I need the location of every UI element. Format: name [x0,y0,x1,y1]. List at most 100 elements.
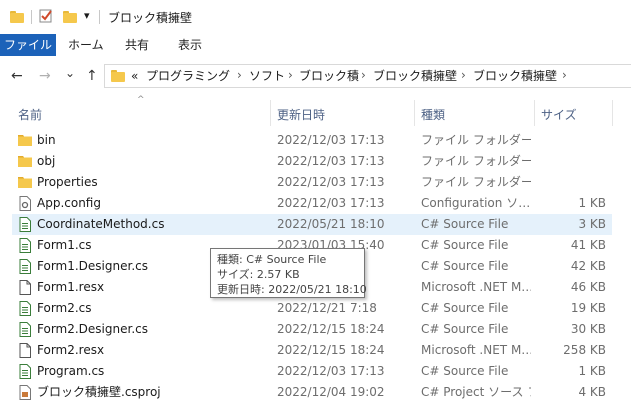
file-name: obj [37,154,56,168]
file-type: ファイル フォルダー [421,133,531,147]
up-button[interactable]: ↑ [86,68,98,84]
breadcrumb-item[interactable]: プログラミング [146,69,230,84]
folder-icon [111,70,125,82]
file-date: 2022/12/03 17:13 [277,364,385,378]
file-date: 2022/12/15 18:24 [277,322,385,336]
file-type: Configuration ソ… [421,196,531,210]
breadcrumb-separator[interactable]: › [562,68,567,82]
file-type: ファイル フォルダー [421,175,531,189]
file-row[interactable]: App.config 2022/12/03 17:13 Configuration … [12,193,612,214]
column-header-date[interactable]: 更新日時 [277,106,325,123]
file-row[interactable]: Properties 2022/12/03 17:13 ファイル フォルダー [12,172,612,193]
navigation-bar: ← → ⌄ ↑ « プログラミング › ソフト › ブロック積 › ブロック積擁… [0,56,631,96]
file-type: C# Source File [421,301,509,315]
properties-check-icon[interactable] [39,9,53,23]
file-row[interactable]: CoordinateMethod.cs 2022/05/21 18:10 C# So… [12,214,612,235]
column-divider[interactable] [414,100,415,126]
file-size: 1 KB [578,196,606,210]
file-row[interactable]: obj 2022/12/03 17:13 ファイル フォルダー [12,151,612,172]
breadcrumb-item[interactable]: ソフト [249,69,285,84]
cs-file-icon [18,322,32,337]
file-name: Program.cs [37,364,105,378]
file-date: 2022/05/21 18:10 [277,217,385,231]
breadcrumb-item[interactable]: ブロック積 [299,69,359,84]
file-name: bin [37,133,56,147]
breadcrumb-separator[interactable]: › [237,68,242,82]
file-row[interactable]: ブロック積擁壁.csproj 2022/12/04 19:02 C# Project… [12,382,612,403]
file-date: 2022/12/03 17:13 [277,175,385,189]
file-name: Properties [37,175,98,189]
file-type: C# Source File [421,322,509,336]
config-file-icon [18,196,32,211]
breadcrumb-item[interactable]: ブロック積擁壁 [373,69,457,84]
file-row[interactable]: Form2.cs 2022/12/21 7:18 C# Source File 19 … [12,298,612,319]
file-size: 3 KB [578,217,606,231]
file-size: 30 KB [570,322,606,336]
file-type: Microsoft .NET M… [421,343,531,357]
file-name: CoordinateMethod.cs [37,217,165,231]
divider [99,10,100,24]
file-type: C# Source File [421,238,509,252]
forward-button[interactable]: → [39,68,51,84]
tooltip-type: 種類: C# Source File [217,253,327,266]
address-bar[interactable]: « プログラミング › ソフト › ブロック積 › ブロック積擁壁 › ブロック… [104,64,631,88]
file-size: 258 KB [563,343,606,357]
window-title: ブロック積擁壁 [108,11,193,25]
back-button[interactable]: ← [11,68,23,84]
file-size: 1 KB [578,364,606,378]
cs-file-icon [18,259,32,274]
title-bar: ▾ ブロック積擁壁 [0,0,631,34]
folder-icon[interactable] [10,11,24,23]
file-date: 2022/12/03 17:13 [277,196,385,210]
resx-file-icon [18,343,32,358]
quick-access-dropdown-icon[interactable]: ▾ [84,9,90,22]
column-header-row: ^ 名前 更新日時 種類 サイズ [0,95,631,128]
folder-icon [18,175,32,190]
tab-file[interactable]: ファイル [0,34,56,56]
file-row[interactable]: Form2.Designer.cs 2022/12/15 18:24 C# Sour… [12,319,612,340]
file-type: Microsoft .NET M… [421,280,531,294]
breadcrumb-separator[interactable]: › [461,68,466,82]
column-header-type[interactable]: 種類 [421,106,445,123]
breadcrumb-separator[interactable]: › [288,68,293,82]
file-name: App.config [37,196,101,210]
file-name: Form1.resx [37,280,105,294]
file-name: Form2.Designer.cs [37,322,148,336]
file-size: 4 KB [578,385,606,399]
file-date: 2022/12/21 7:18 [277,301,377,315]
column-divider[interactable] [270,100,271,126]
file-date: 2022/12/15 18:24 [277,343,385,357]
file-size: 42 KB [570,259,606,273]
file-row[interactable]: Form2.resx 2022/12/15 18:24 Microsoft .NET… [12,340,612,361]
tab-home[interactable]: ホーム [68,34,104,56]
file-type: C# Source File [421,259,509,273]
tab-share[interactable]: 共有 [125,34,149,56]
column-divider[interactable] [534,100,535,126]
column-header-size[interactable]: サイズ [541,106,577,123]
tooltip-size: サイズ: 2.57 KB [217,268,300,281]
column-divider[interactable] [612,100,613,126]
file-size: 19 KB [570,301,606,315]
file-date: 2022/12/03 17:13 [277,133,385,147]
divider [31,10,32,24]
ribbon: ファイル ホーム 共有 表示 [0,34,631,57]
tab-view[interactable]: 表示 [178,34,202,56]
recent-locations-icon[interactable]: ⌄ [65,65,75,81]
file-row[interactable]: bin 2022/12/03 17:13 ファイル フォルダー [12,130,612,151]
file-type: C# Project ソース フ… [421,385,531,399]
breadcrumb-separator[interactable]: › [361,68,366,82]
sort-ascending-icon: ^ [137,95,145,105]
new-folder-icon[interactable] [63,11,77,23]
column-header-name[interactable]: 名前 [18,106,42,123]
resx-file-icon [18,280,32,295]
file-type: C# Source File [421,364,509,378]
cs-file-icon [18,217,32,232]
file-row[interactable]: Program.cs 2022/12/03 17:13 C# Source File… [12,361,612,382]
breadcrumb-overflow[interactable]: « [131,69,138,84]
file-name: Form1.Designer.cs [37,259,148,273]
file-name: ブロック積擁壁.csproj [37,385,161,399]
breadcrumb-item-current[interactable]: ブロック積擁壁 [473,69,557,84]
cs-file-icon [18,238,32,253]
file-info-tooltip: 種類: C# Source File サイズ: 2.57 KB 更新日時: 20… [210,248,367,298]
file-date: 2022/12/03 17:13 [277,154,385,168]
